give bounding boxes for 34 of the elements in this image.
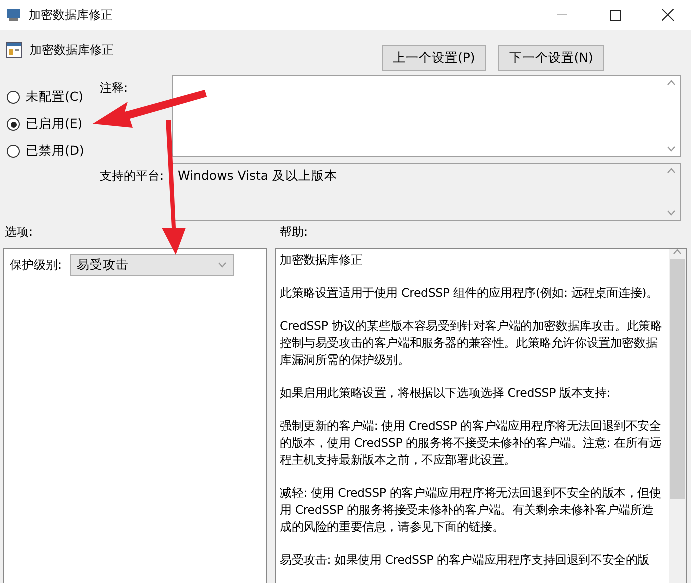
radio-option[interactable]: 已启用(E) [7, 116, 97, 133]
help-paragraph: 加密数据库修正 [280, 252, 364, 269]
scroll-down-icon[interactable] [667, 210, 676, 216]
comment-label: 注释: [100, 80, 128, 97]
previous-setting-button[interactable]: 上一个设置(P) [382, 45, 486, 71]
help-paragraph: 此策略设置适用于使用 CredSSP 组件的应用程序(例如: 远程桌面连接)。 [280, 285, 660, 302]
help-paragraph: CredSSP 协议的某些版本容易受到针对客户端的加密数据库攻击。此策略控制与易受攻击的客户端和服务器的兼容性。此策略允许你设置加密数据库漏洞所需的保护级别。 [280, 318, 664, 369]
platform-field: Windows Vista 及以上版本 [172, 163, 681, 221]
minimize-icon[interactable] [557, 14, 567, 16]
computer-icon [6, 7, 22, 23]
maximize-icon[interactable] [610, 10, 620, 20]
comment-field[interactable] [172, 75, 681, 157]
options-label: 选项: [4, 224, 34, 241]
scroll-up-icon[interactable] [667, 168, 676, 174]
scroll-down-icon[interactable] [667, 146, 676, 152]
chevron-down-icon[interactable] [218, 262, 228, 268]
protection-level-label: 保护级别: [10, 257, 62, 274]
scroll-up-icon[interactable] [667, 80, 676, 86]
settings-window-icon [6, 42, 22, 58]
help-paragraph: 减轻: 使用 CredSSP 的客户端应用程序将无法回退到不安全的版本，但使用 CredSSP 的服务将接受未修补的客户端。有关剩余未修补客户端所造成的风险的重要信息，请参见下面的链接。 [280, 485, 662, 536]
window-title: 加密数据库修正 [29, 6, 114, 24]
close-icon[interactable] [662, 9, 674, 21]
policy-title: 加密数据库修正 [30, 42, 115, 59]
help-paragraph: 如果启用此策略设置，将根据以下选项选择 CredSSP 版本支持: [280, 385, 612, 402]
help-paragraph: 强制更新的客户端: 使用 CredSSP 的客户端应用程序将无法回退到不安全的版本，使用 CredSSP 的服务将不接受未修补的客户端。注意: 在所有远程主机支持最新版本之前，不应部署此设置。 [280, 418, 662, 469]
next-setting-button[interactable]: 下一个设置(N) [498, 45, 604, 71]
help-paragraph: 易受攻击: 如果使用 CredSSP 的客户端应用程序支持回退到不安全的版 [280, 552, 650, 569]
scrollbar-thumb[interactable] [670, 259, 685, 499]
protection-level-dropdown[interactable]: 易受攻击 [70, 254, 234, 276]
radio-option[interactable]: 未配置(C) [7, 89, 97, 106]
help-label: 帮助: [280, 224, 308, 241]
platform-label: 支持的平台: [100, 168, 164, 185]
radio-option[interactable]: 已禁用(D) [7, 143, 97, 160]
scroll-up-icon[interactable] [673, 249, 682, 255]
